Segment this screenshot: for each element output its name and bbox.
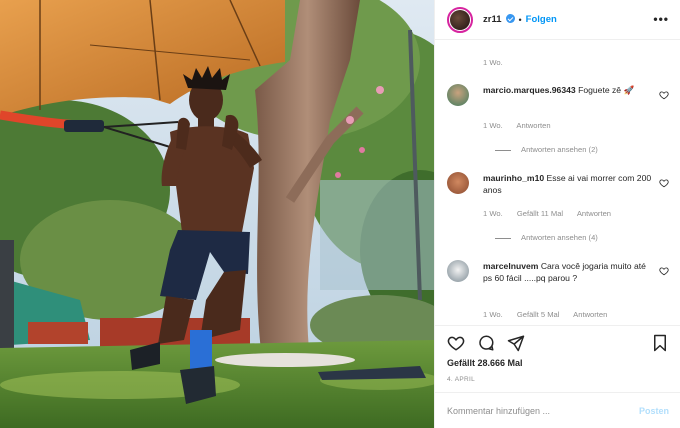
comment-reply-button[interactable]: Antworten [573, 310, 607, 319]
comment-time: 1 Wo. [483, 58, 503, 67]
comment-item: marcio.marques.96343 Foguete zê 🚀 1 Wo. … [447, 84, 669, 164]
verified-badge-icon [505, 14, 515, 23]
heart-icon[interactable] [447, 334, 465, 352]
comment-icon[interactable] [477, 334, 495, 352]
comments-list[interactable]: 1 Wo. marcio.marques.96343 Foguete zê 🚀 … [435, 41, 680, 325]
comment-meta: 1 Wo. Gefällt 5 Mal Antworten [483, 310, 619, 319]
post-side-panel: zr11 • Folgen ••• 1 Wo. marcio.marques.9… [434, 0, 680, 428]
comment-item: 1 Wo. [447, 41, 669, 67]
post-actions-bar: Gefällt 28.666 Mal 4. APRIL [435, 325, 680, 385]
commenter-username[interactable]: marcio.marques.96343 [483, 85, 576, 95]
add-comment-bar: Posten [435, 392, 680, 428]
commenter-username[interactable]: maurinho_m10 [483, 173, 544, 183]
paper-plane-icon[interactable] [507, 334, 525, 352]
comment-text: Foguete zê 🚀 [578, 85, 635, 95]
comment-reply-button[interactable]: Antworten [577, 209, 611, 218]
comment-like-heart-icon[interactable] [659, 266, 669, 276]
more-horizontal-icon[interactable]: ••• [653, 12, 669, 26]
comment-item: maurinho_m10 Esse ai vai morrer com 200 … [447, 172, 669, 252]
post-date: 4. APRIL [447, 376, 476, 383]
comment-body: marcio.marques.96343 Foguete zê 🚀 [483, 84, 657, 96]
workout-photo-illustration [0, 0, 434, 428]
comment-meta: 1 Wo. Antworten [483, 121, 563, 130]
comment-like-count[interactable]: Gefällt 5 Mal [517, 310, 560, 319]
comment-meta: 1 Wo. [483, 58, 515, 67]
commenter-avatar[interactable] [447, 172, 469, 194]
post-header: zr11 • Folgen ••• [435, 0, 680, 40]
view-replies-button[interactable]: Antworten ansehen (4) [495, 233, 598, 242]
author-username[interactable]: zr11 [483, 14, 515, 25]
instagram-post-window: zr11 • Folgen ••• 1 Wo. marcio.marques.9… [0, 0, 680, 428]
commenter-avatar[interactable] [447, 84, 469, 106]
comment-item: marcelnuvem Cara você jogaria muito até … [447, 260, 669, 325]
author-avatar[interactable] [447, 6, 473, 33]
comment-body: marcelnuvem Cara você jogaria muito até … [483, 260, 657, 284]
comment-time: 1 Wo. [483, 209, 503, 218]
header-separator: • [518, 14, 522, 25]
comment-reply-button[interactable]: Antworten [516, 121, 550, 130]
commenter-username[interactable]: marcelnuvem [483, 261, 538, 271]
post-comment-button[interactable]: Posten [639, 406, 669, 416]
comment-body: maurinho_m10 Esse ai vai morrer com 200 … [483, 172, 657, 196]
post-photo[interactable] [0, 0, 434, 428]
comment-like-heart-icon[interactable] [659, 90, 669, 100]
comment-like-count[interactable]: Gefällt 11 Mal [517, 209, 563, 218]
comment-meta: 1 Wo. Gefällt 11 Mal Antworten [483, 209, 623, 218]
add-comment-input[interactable] [447, 401, 627, 421]
commenter-avatar[interactable] [447, 260, 469, 282]
bookmark-icon[interactable] [651, 334, 669, 352]
post-like-count[interactable]: Gefällt 28.666 Mal [447, 358, 523, 368]
comment-like-heart-icon[interactable] [659, 178, 669, 188]
view-replies-button[interactable]: Antworten ansehen (2) [495, 145, 598, 154]
comment-time: 1 Wo. [483, 310, 503, 319]
author-username-text[interactable]: zr11 [483, 14, 502, 25]
comment-time: 1 Wo. [483, 121, 503, 130]
follow-button[interactable]: Folgen [526, 14, 557, 25]
